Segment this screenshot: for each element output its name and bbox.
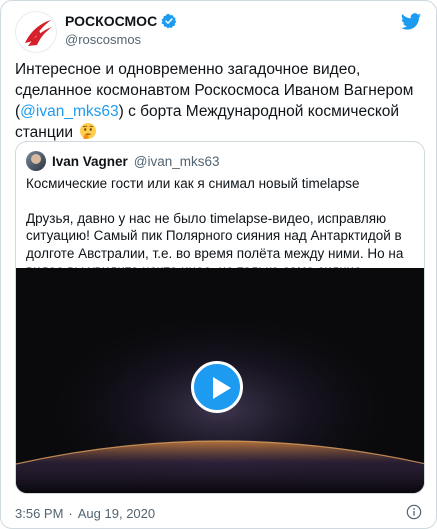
verified-badge-icon — [161, 14, 177, 29]
meta-separator: · — [68, 506, 73, 521]
quoted-author-name: Ivan Vagner — [52, 153, 128, 169]
tweet-text: Интересное и одновременно загадочное вид… — [15, 59, 425, 143]
video-player[interactable] — [16, 268, 424, 493]
quoted-text-line: Космические гости или как я снимал новый… — [26, 176, 360, 191]
mention-link[interactable]: @ivan_mks63 — [20, 103, 118, 120]
avatar[interactable] — [15, 11, 57, 53]
author-handle[interactable]: @roscosmos — [65, 32, 177, 47]
quoted-tweet[interactable]: Ivan Vagner @ivan_mks63 Космические гост… — [15, 141, 425, 494]
quoted-author-handle: @ivan_mks63 — [133, 153, 220, 169]
twitter-bird-icon[interactable] — [400, 11, 422, 33]
tweet-time[interactable]: 3:56 PM — [15, 506, 63, 521]
play-icon[interactable] — [191, 361, 243, 413]
tweet-card: РОСКОСМОС @roscosmos Интересное и одновр… — [0, 0, 437, 529]
author-block: РОСКОСМОС @roscosmos — [65, 13, 177, 47]
roscosmos-logo — [25, 20, 52, 46]
quoted-avatar — [26, 151, 46, 171]
info-icon[interactable] — [406, 504, 422, 520]
quoted-header: Ivan Vagner @ivan_mks63 — [26, 151, 220, 171]
tweet-date[interactable]: Aug 19, 2020 — [78, 506, 155, 521]
tweet-meta: 3:56 PM · Aug 19, 2020 — [15, 506, 155, 521]
author-name[interactable]: РОСКОСМОС — [65, 13, 157, 29]
thinking-face-emoji — [80, 123, 97, 139]
